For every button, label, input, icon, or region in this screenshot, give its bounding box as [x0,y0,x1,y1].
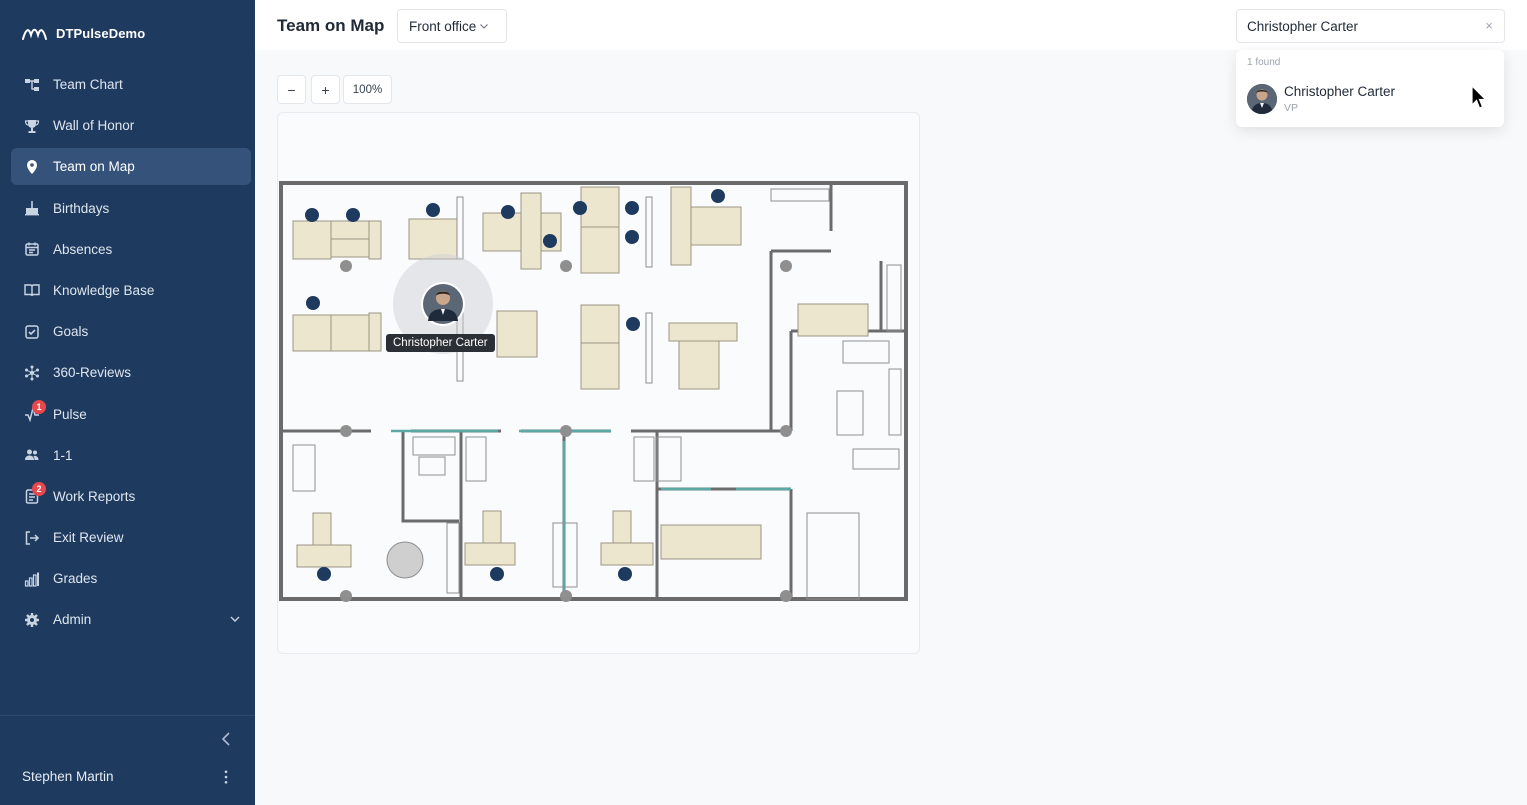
app-name: DTPulseDemo [56,25,146,41]
sidebar-item-label: Pulse [53,406,87,422]
sidebar-item-1-1[interactable]: 1-1 [11,437,251,474]
page-header: Team on Map Front office × [255,0,1527,50]
chevron-down-icon [230,616,240,623]
org-chart-icon [23,76,41,94]
clear-search-icon[interactable]: × [1482,19,1496,33]
sidebar: DTPulseDemo Team Chart Wall of Honor Tea… [0,0,255,805]
floor-plan [279,181,908,602]
network-icon [23,364,41,382]
desks [292,186,869,568]
calendar-icon [23,240,41,258]
office-select[interactable]: Front office [397,9,507,43]
search-result-item[interactable]: Christopher Carter VP [1236,78,1504,122]
sidebar-item-absences[interactable]: Absences [11,231,251,268]
current-user-name[interactable]: Stephen Martin [22,769,114,784]
sidebar-nav: Team Chart Wall of Honor Team on Map Bir… [11,66,251,643]
chevron-down-icon [480,24,489,29]
sidebar-item-exit-review[interactable]: Exit Review [11,519,251,556]
sidebar-divider [0,715,255,716]
sidebar-item-label: Team Chart [53,77,123,92]
map-pin-icon [23,158,41,176]
sidebar-item-label: Goals [53,324,89,340]
sidebar-item-grades[interactable]: Grades [11,560,251,597]
office-select-value: Front office [409,18,477,34]
sidebar-item-label: 1-1 [53,447,73,463]
more-vertical-icon[interactable] [219,768,233,786]
sidebar-item-label: Team on Map [53,159,135,175]
checkbox-icon [23,323,41,341]
collapse-sidebar-icon[interactable] [218,730,234,748]
zoom-out-button[interactable]: − [277,75,306,104]
sidebar-item-label: Admin [53,612,92,628]
book-icon [23,281,41,299]
notification-badge: 2 [32,481,46,496]
map-person-tooltip: Christopher Carter [386,334,495,352]
exit-icon [23,529,41,547]
sidebar-item-label: 360-Reviews [53,365,132,381]
users-icon [23,446,41,464]
sidebar-item-pulse[interactable]: 1 Pulse [11,396,251,433]
search-input[interactable] [1247,10,1477,42]
sidebar-item-label: Exit Review [53,530,124,546]
zoom-level: 100% [343,75,392,104]
trophy-icon [23,117,41,135]
sidebar-item-team-on-map[interactable]: Team on Map [11,148,251,186]
sidebar-item-admin[interactable]: Admin [11,601,251,638]
sidebar-item-label: Work Reports [53,488,136,504]
sidebar-item-birthdays[interactable]: Birthdays [11,190,251,227]
round-table [386,541,424,579]
result-role: VP [1284,102,1299,114]
page-title: Team on Map [277,16,385,35]
avatar [1247,84,1277,114]
sidebar-item-goals[interactable]: Goals [11,313,251,350]
sidebar-item-label: Knowledge Base [53,282,155,298]
office-map[interactable]: Christopher Carter [277,112,920,654]
gear-icon [23,611,41,629]
zoom-in-button[interactable]: + [311,75,340,104]
sidebar-item-team-chart[interactable]: Team Chart [11,66,251,103]
sidebar-item-knowledge-base[interactable]: Knowledge Base [11,272,251,309]
sidebar-item-label: Grades [53,571,98,587]
cake-icon [23,199,41,217]
logo-icon [22,28,47,40]
notification-badge: 1 [32,399,46,414]
results-count: 1 found [1247,57,1281,68]
sidebar-item-label: Wall of Honor [53,118,135,134]
search-box: × [1236,9,1505,43]
sidebar-item-label: Absences [53,241,113,257]
mouse-cursor-icon [1471,85,1487,109]
brand[interactable]: DTPulseDemo [22,24,145,42]
search-results-dropdown: 1 found Christopher Carter VP [1236,50,1504,127]
sidebar-item-work-reports[interactable]: 2 Work Reports [11,478,251,515]
sidebar-item-label: Birthdays [53,200,110,216]
result-name: Christopher Carter [1284,84,1396,99]
sidebar-item-360-reviews[interactable]: 360-Reviews [11,354,251,391]
sidebar-item-wall-of-honor[interactable]: Wall of Honor [11,107,251,144]
bar-chart-icon [23,570,41,588]
